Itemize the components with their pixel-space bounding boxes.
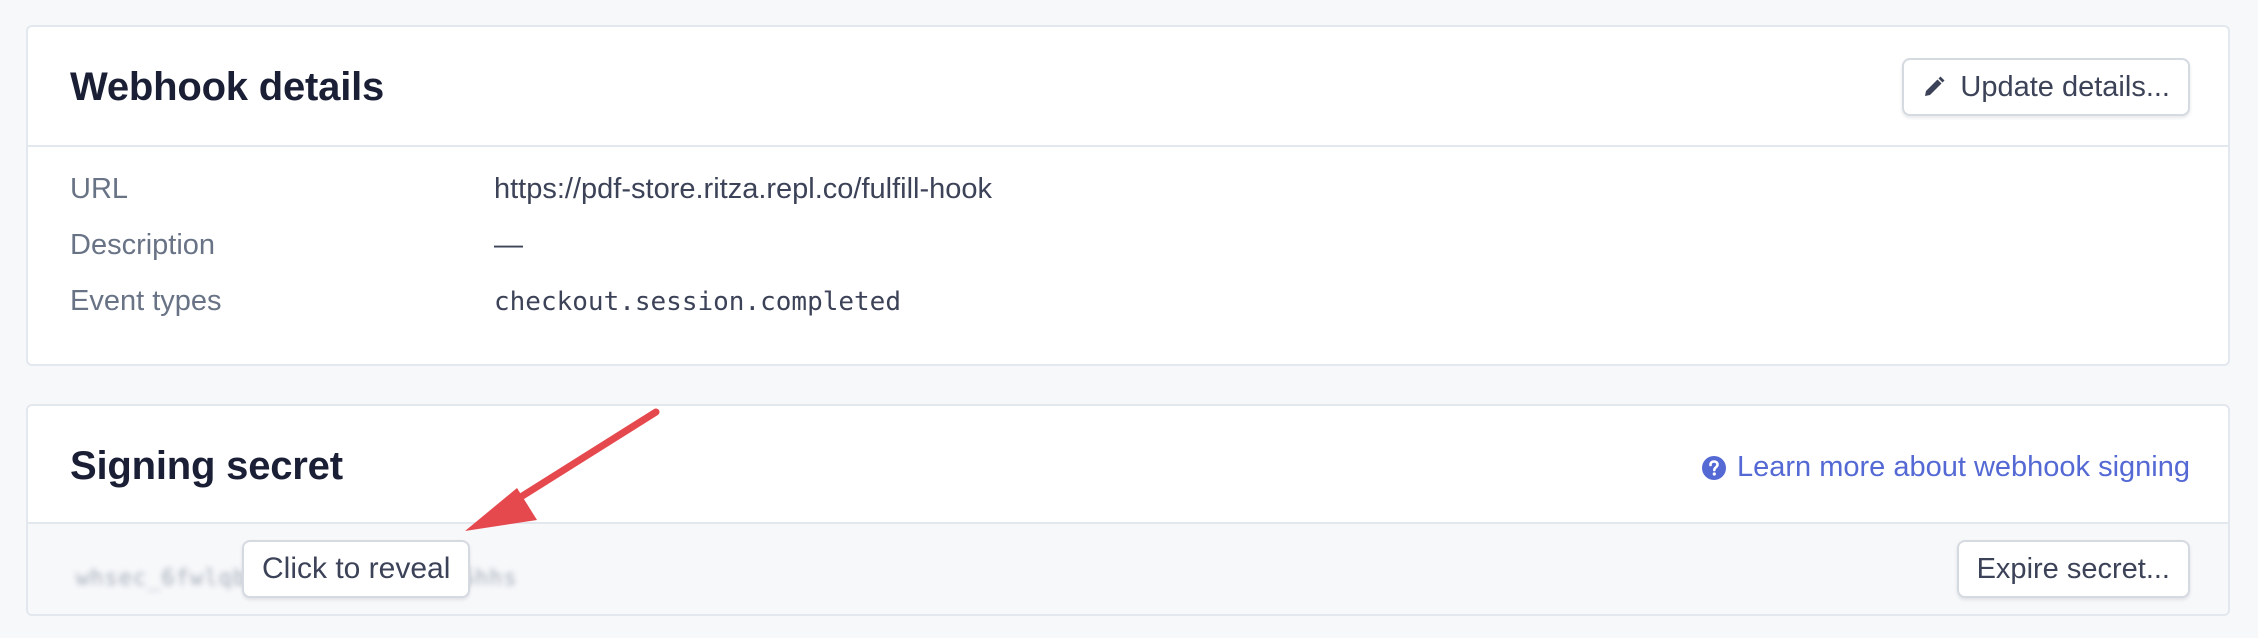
- webhook-details-card: Webhook details Update details... URL ht…: [26, 25, 2230, 366]
- pencil-icon: [1925, 76, 1945, 96]
- signing-secret-header: Signing secret Learn more about webhook …: [28, 406, 2228, 524]
- click-to-reveal-button[interactable]: Click to reveal: [242, 540, 471, 598]
- event-types-label: Event types: [70, 285, 222, 317]
- learn-more-link[interactable]: Learn more about webhook signing: [1701, 451, 2190, 484]
- update-details-label: Update details...: [1960, 70, 2170, 103]
- expire-secret-button[interactable]: Expire secret...: [1956, 540, 2190, 598]
- webhook-details-title: Webhook details: [70, 65, 385, 109]
- signing-secret-card: Signing secret Learn more about webhook …: [26, 404, 2230, 616]
- click-to-reveal-label: Click to reveal: [262, 552, 451, 585]
- url-value: https://pdf-store.ritza.repl.co/fulfill-…: [494, 173, 993, 205]
- learn-more-label: Learn more about webhook signing: [1736, 451, 2190, 483]
- description-value: —: [494, 229, 523, 261]
- detail-row-event-types: Event types checkout.session.completed: [70, 285, 2186, 325]
- description-label: Description: [70, 229, 216, 261]
- secret-row: whsec_6fwlqb8a1f0cd51390a3b6hhs Click to…: [28, 524, 2228, 614]
- event-types-value: checkout.session.completed: [494, 287, 901, 317]
- signing-secret-title: Signing secret: [70, 444, 343, 488]
- question-circle-icon: [1701, 455, 1726, 480]
- url-label: URL: [70, 173, 129, 205]
- webhook-page: Webhook details Update details... URL ht…: [0, 0, 2258, 638]
- expire-secret-label: Expire secret...: [1976, 552, 2170, 585]
- detail-row-description: Description —: [70, 229, 2186, 269]
- detail-row-url: URL https://pdf-store.ritza.repl.co/fulf…: [70, 173, 2186, 213]
- update-details-button[interactable]: Update details...: [1902, 58, 2190, 116]
- webhook-details-header: Webhook details Update details...: [28, 27, 2228, 147]
